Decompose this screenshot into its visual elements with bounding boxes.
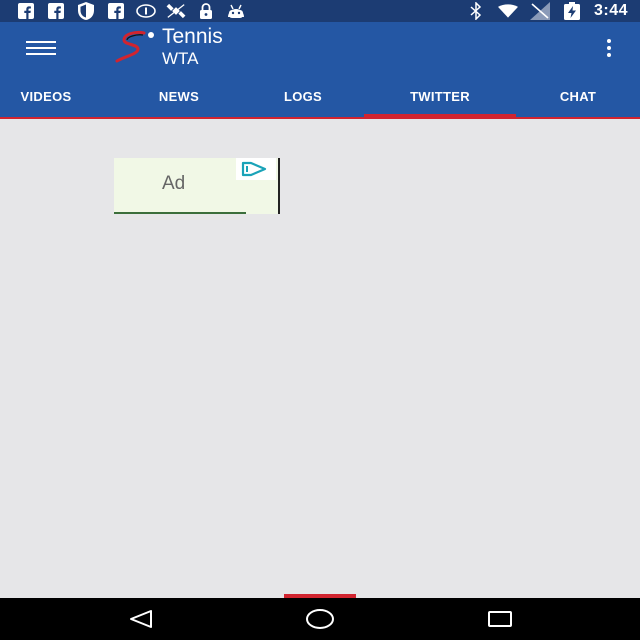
tab-label: LOGS: [283, 88, 323, 104]
notification-icons: [16, 2, 246, 20]
tab-label: VIDEOS: [20, 88, 72, 104]
facebook-icon: [16, 3, 36, 19]
home-circle-icon[interactable]: [305, 607, 335, 631]
facebook-icon: [46, 3, 66, 19]
app-bar: Tennis WTA: [0, 22, 640, 74]
hamburger-menu-icon[interactable]: [26, 34, 60, 62]
battery-charging-icon: [562, 2, 582, 20]
satellite-icon: [166, 3, 186, 19]
tab-bar: VIDEOS NEWS LOGS TWITTER CHAT: [0, 74, 640, 118]
ad-label: Ad: [162, 173, 186, 194]
tab-divider: [0, 117, 640, 119]
lock-icon: [196, 3, 216, 19]
android-icon: [226, 3, 246, 19]
tab-logs[interactable]: LOGS: [256, 74, 350, 118]
ad-underline: [114, 212, 246, 214]
ad-banner[interactable]: Ad: [114, 158, 280, 214]
facebook-icon: [106, 3, 126, 19]
bluetooth-icon: [466, 2, 486, 20]
tab-videos[interactable]: VIDEOS: [0, 74, 92, 118]
shield-icon: [76, 2, 96, 20]
system-icons: 3:44: [466, 2, 628, 20]
back-triangle-icon[interactable]: [126, 607, 156, 631]
status-bar: 3:44: [0, 0, 640, 22]
title-block: Tennis WTA: [162, 26, 223, 67]
tab-twitter[interactable]: TWITTER: [364, 74, 516, 118]
supersport-logo-icon: [114, 30, 158, 64]
page-subtitle: WTA: [162, 49, 199, 68]
clock: 3:44: [593, 2, 628, 19]
tab-chat[interactable]: CHAT: [530, 74, 626, 118]
adchoices-icon[interactable]: [236, 158, 276, 180]
wifi-icon: [497, 3, 518, 19]
more-vert-icon[interactable]: [602, 36, 616, 60]
data-saver-icon: [136, 3, 156, 19]
page-title: Tennis: [162, 25, 223, 48]
tab-label: CHAT: [559, 88, 597, 104]
recents-square-icon[interactable]: [485, 607, 515, 631]
tab-label: TWITTER: [410, 88, 470, 104]
signal-icon: [529, 2, 550, 20]
navigation-bar: [0, 598, 640, 640]
tab-label: NEWS: [158, 88, 200, 104]
tab-news[interactable]: NEWS: [132, 74, 226, 118]
